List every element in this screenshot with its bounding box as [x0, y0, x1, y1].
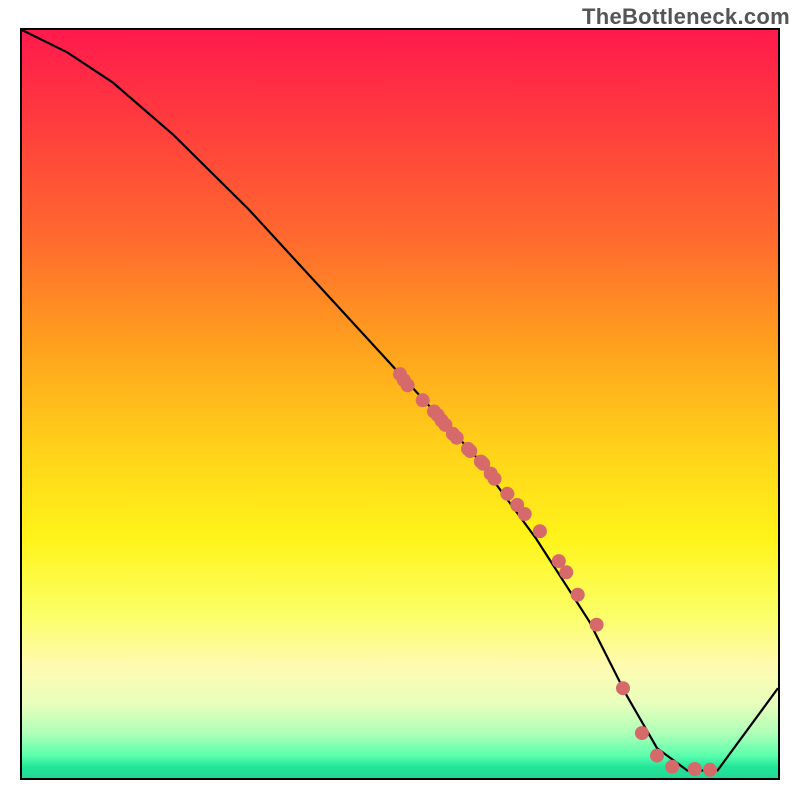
data-point [463, 444, 477, 458]
data-point [416, 393, 430, 407]
data-point [401, 378, 415, 392]
plot-area [20, 28, 780, 780]
data-point [688, 762, 702, 776]
data-point [488, 472, 502, 486]
data-point [559, 565, 573, 579]
data-point [450, 431, 464, 445]
chart-container: TheBottleneck.com [0, 0, 800, 800]
data-point [571, 588, 585, 602]
chart-svg [22, 30, 778, 778]
watermark-text: TheBottleneck.com [582, 4, 790, 30]
data-point [500, 487, 514, 501]
data-points-group [393, 367, 717, 777]
data-point [590, 618, 604, 632]
data-point [665, 760, 679, 774]
curve-line [22, 30, 778, 771]
data-point [703, 763, 717, 777]
data-point [635, 726, 649, 740]
data-point [616, 681, 630, 695]
data-point [533, 524, 547, 538]
data-point [518, 507, 532, 521]
data-point [650, 749, 664, 763]
